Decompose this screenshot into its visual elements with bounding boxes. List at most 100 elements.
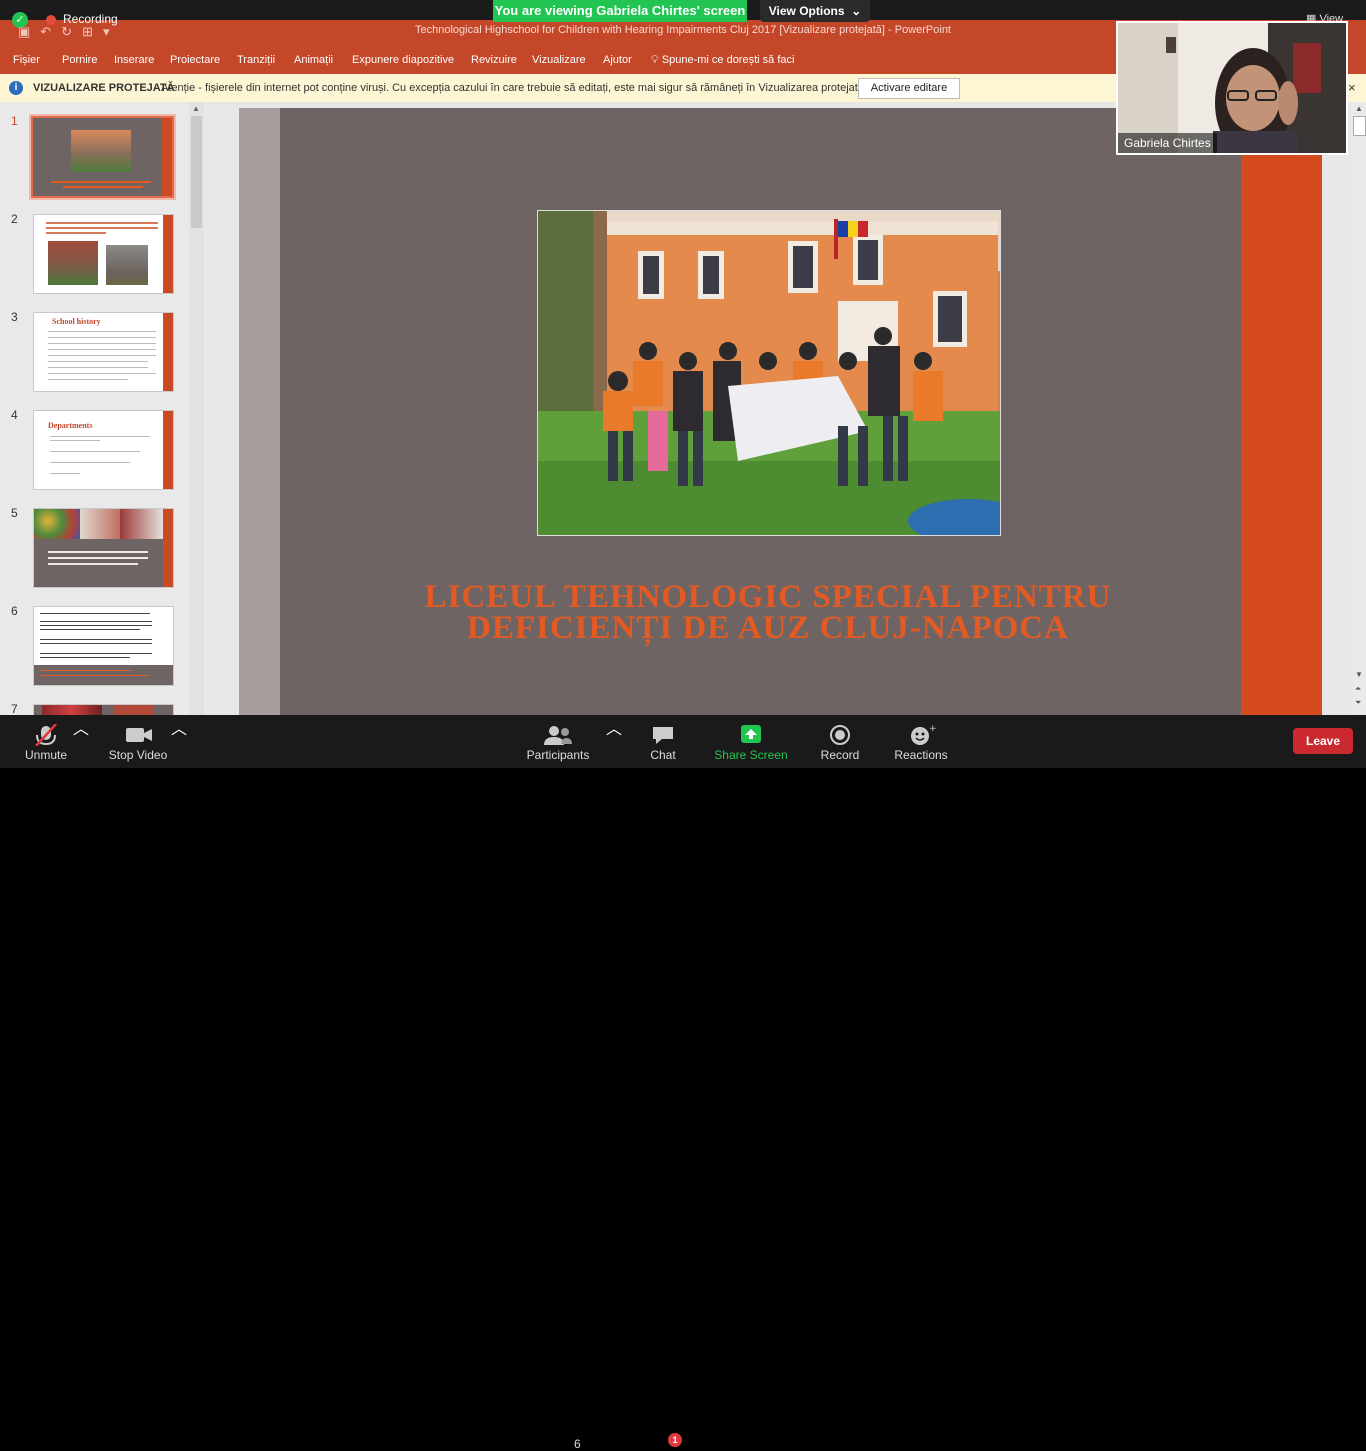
thumb-text-line	[48, 355, 156, 356]
slide-number: 6	[11, 604, 18, 618]
chevron-up-icon[interactable]: ︿	[606, 715, 622, 768]
reactions-label: Reactions	[894, 748, 948, 762]
tell-me-search[interactable]: 💡︎ Spune-mi ce dorești să faci	[651, 54, 794, 67]
mic-off-icon	[35, 724, 57, 746]
slide-number: 3	[11, 310, 18, 324]
thumb-photo	[34, 509, 80, 539]
slide-thumbnail-pane: 1 2 3 School history 4 Departments 5 6 7	[0, 102, 206, 716]
thumb-text-line	[48, 343, 156, 344]
thumb-photo	[48, 241, 98, 285]
slide-number: 5	[11, 506, 18, 520]
reactions-button[interactable]: + Reactions	[892, 715, 950, 768]
thumb-text-line	[46, 222, 158, 224]
smiley-icon: +	[911, 724, 937, 745]
slide-title-line-2: DEFICIENȚI DE AUZ CLUJ-NAPOCA	[467, 610, 1069, 646]
thumb-text-line	[48, 367, 148, 368]
tab-revizuire[interactable]: Revizuire	[471, 54, 517, 66]
tab-pornire[interactable]: Pornire	[62, 54, 97, 66]
slide-number: 7	[11, 702, 18, 716]
thumb-text-line	[40, 653, 152, 654]
slide-margin	[1322, 108, 1351, 715]
chevron-up-icon[interactable]: ︿	[73, 715, 89, 768]
share-screen-button[interactable]: Share Screen	[714, 715, 788, 768]
unmute-button[interactable]: Unmute	[18, 715, 74, 768]
thumb-photo	[71, 130, 131, 172]
thumb-text-line	[40, 639, 152, 640]
protected-view-message: Atenție - fișierele din internet pot con…	[161, 82, 867, 94]
info-shield-icon: i	[9, 81, 23, 95]
tab-inserare[interactable]: Inserare	[114, 54, 154, 66]
thumb-text-line	[40, 643, 152, 644]
slide-number: 1	[11, 114, 18, 128]
thumb-text-line	[50, 451, 140, 452]
participants-button[interactable]: Participants	[524, 715, 592, 768]
video-camera-icon	[126, 728, 152, 742]
next-slide-icon[interactable]: ⏷	[1355, 698, 1361, 708]
previous-slide-icon[interactable]: ⏶	[1355, 684, 1361, 694]
tab-ajutor[interactable]: Ajutor	[603, 54, 632, 66]
enable-editing-button[interactable]: Activare editare	[858, 78, 960, 99]
view-options-label: View Options	[768, 4, 845, 18]
chat-bubble-icon	[653, 727, 673, 744]
people-icon	[544, 726, 572, 745]
scrollbar-thumb[interactable]	[1353, 116, 1366, 136]
thumb-accent-bar	[163, 509, 173, 587]
close-icon[interactable]: ×	[1348, 80, 1356, 95]
lightbulb-icon: 💡︎	[651, 54, 662, 66]
thumb-text-line	[48, 373, 156, 374]
slide-thumbnail-5[interactable]	[33, 508, 174, 588]
thumbnail-scrollbar[interactable]: ▲	[189, 102, 204, 715]
slide-thumbnail-4[interactable]: Departments	[33, 410, 174, 490]
tab-tranzitii[interactable]: Tranziții	[237, 54, 275, 66]
tab-proiectare[interactable]: Proiectare	[170, 54, 220, 66]
scroll-down-icon[interactable]: ▼	[1355, 670, 1363, 679]
slide-thumbnail-1[interactable]	[29, 114, 176, 200]
thumb-text-line	[48, 557, 148, 559]
chevron-up-icon[interactable]: ︿	[171, 715, 187, 768]
thumb-text-line	[48, 337, 156, 338]
thumb-text-line	[40, 613, 150, 614]
thumb-text-line	[40, 670, 130, 671]
thumb-text-line	[48, 379, 128, 380]
tab-vizualizare[interactable]: Vizualizare	[532, 54, 586, 66]
participant-video-tile[interactable]: Gabriela Chirtes	[1116, 21, 1348, 155]
tab-expunere-diapozitive[interactable]: Expunere diapozitive	[352, 54, 454, 66]
thumb-photo	[120, 509, 163, 539]
thumb-photo	[80, 509, 120, 539]
view-options-button[interactable]: View Options ⌄	[760, 0, 870, 22]
thumb-text-line	[40, 629, 140, 630]
thumb-accent-bar	[162, 118, 172, 196]
scroll-up-icon[interactable]: ▲	[1355, 104, 1363, 113]
thumb-text-line	[48, 551, 148, 553]
chevron-down-icon: ⌄	[847, 4, 862, 18]
slide-thumbnail-3[interactable]: School history	[33, 312, 174, 392]
thumb-text-line	[40, 625, 152, 626]
thumb-heading: School history	[52, 317, 101, 326]
stop-video-button[interactable]: Stop Video	[104, 715, 172, 768]
thumb-text-line	[48, 563, 138, 565]
slide-thumbnail-6[interactable]	[33, 606, 174, 686]
thumb-accent-bar	[163, 215, 173, 293]
thumb-text-line	[48, 361, 148, 362]
meeting-toolbar: Unmute ︿ Stop Video ︿ Participants 6 ︿ C…	[0, 715, 1366, 1451]
slide-title-line-1: LICEUL TEHNOLOGIC SPECIAL PENTRU	[424, 579, 1112, 615]
thumb-text-line	[40, 657, 130, 658]
record-button[interactable]: Record	[816, 715, 864, 768]
tab-animatii[interactable]: Animații	[294, 54, 333, 66]
share-screen-label: Share Screen	[714, 748, 788, 762]
slide-thumbnail-2[interactable]	[33, 214, 174, 294]
chat-button[interactable]: Chat	[640, 715, 686, 768]
scroll-up-icon[interactable]: ▲	[192, 104, 200, 113]
thumb-accent-bar	[163, 411, 173, 489]
thumb-text-line	[50, 462, 130, 463]
thumb-text-line	[40, 621, 152, 622]
protected-view-title: VIZUALIZARE PROTEJATĂ	[33, 82, 175, 94]
slide-title: LICEUL TEHNOLOGIC SPECIAL PENTRU DEFICIE…	[280, 579, 1256, 646]
thumb-title-line	[63, 186, 143, 188]
scrollbar-thumb[interactable]	[191, 116, 202, 228]
thumb-title-line	[51, 181, 151, 183]
slide-vertical-scrollbar[interactable]: ▲ ▼ ⏶ ⏷	[1351, 102, 1366, 715]
thumb-accent-bar	[163, 313, 173, 391]
tab-fisier[interactable]: Fișier	[13, 54, 40, 66]
leave-button[interactable]: Leave	[1293, 728, 1353, 754]
